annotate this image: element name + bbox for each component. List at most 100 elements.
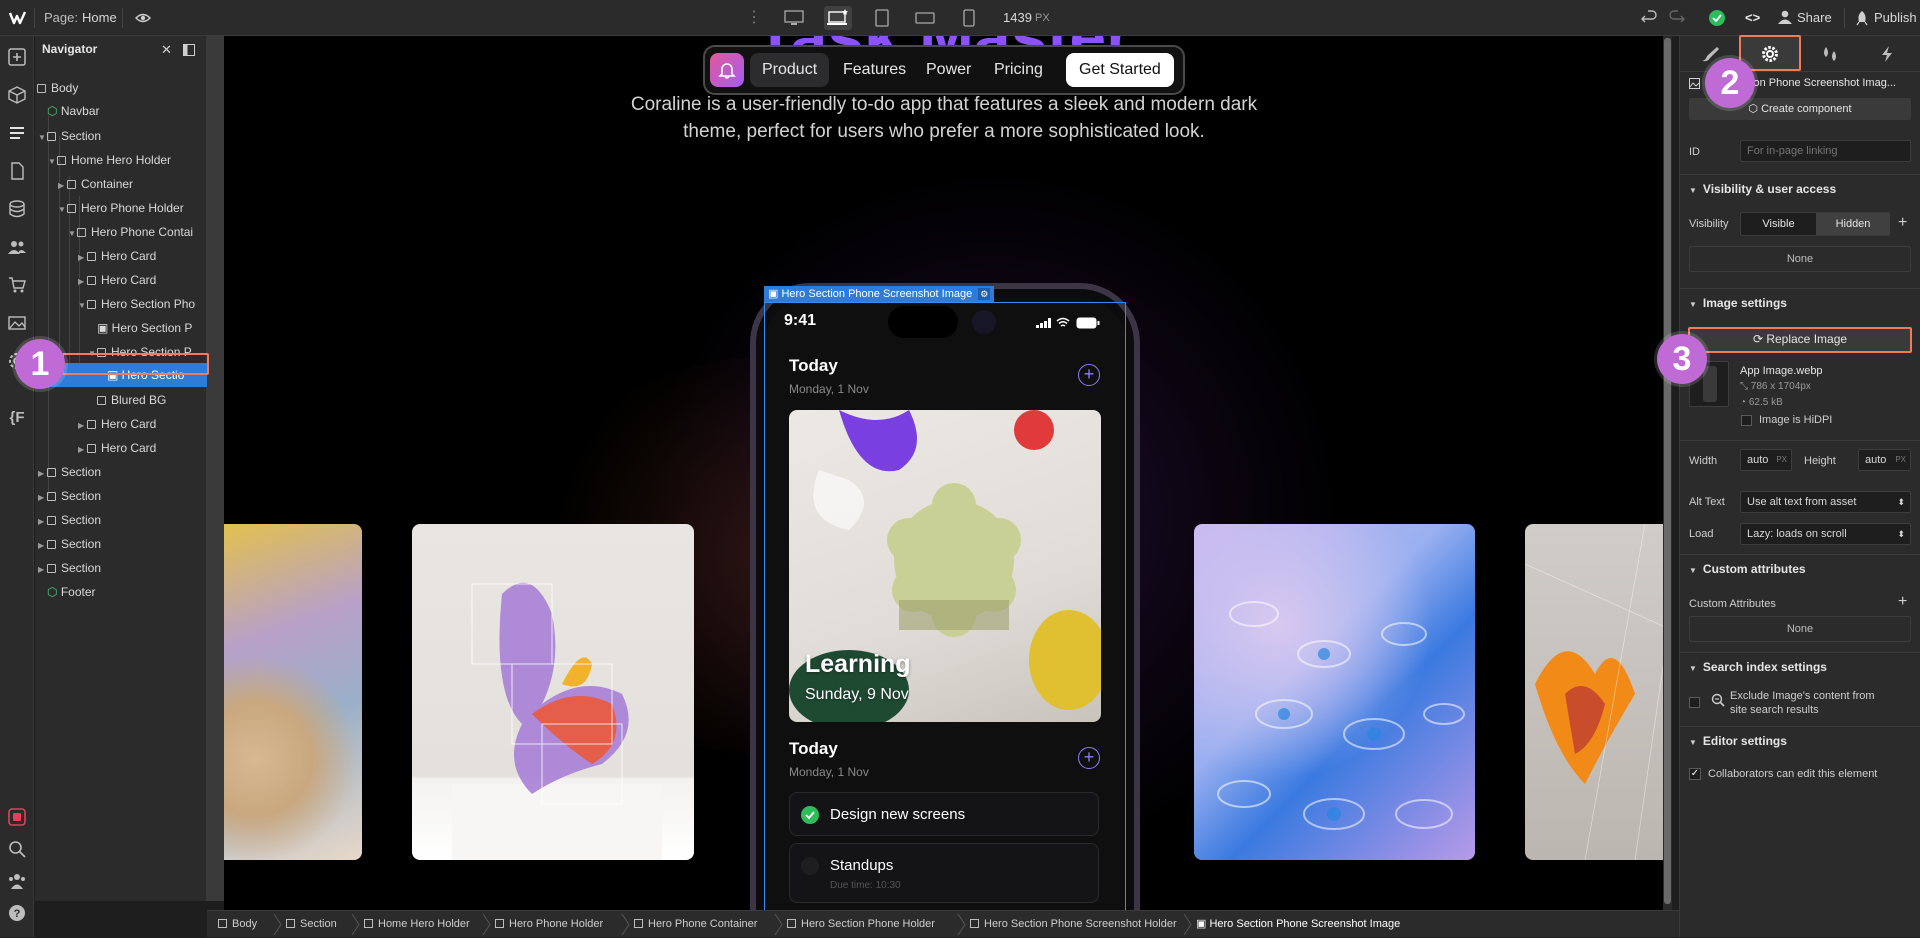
add-visibility-icon[interactable]: + — [1898, 214, 1907, 232]
breakpoint-desktop-large-icon[interactable] — [780, 6, 808, 30]
search-index-section-header[interactable]: ▼ Search index settings — [1680, 652, 1920, 680]
hero-card-image[interactable] — [224, 524, 362, 860]
hero-card-image[interactable] — [1525, 524, 1663, 860]
image-icon — [1689, 78, 1700, 89]
tree-item-section[interactable]: ▼ Section — [35, 124, 207, 148]
tree-item-hero-card[interactable]: ▶ Hero Card — [35, 244, 207, 268]
bell-logo-icon[interactable] — [710, 53, 744, 87]
hidden-option[interactable]: Hidden — [1816, 213, 1890, 235]
assets-image-icon[interactable] — [6, 312, 28, 334]
tree-item-hero-section-phone-holder[interactable]: ▼ Hero Section Pho — [35, 292, 207, 316]
width-input[interactable]: auto PX — [1740, 449, 1792, 471]
nav-link-features[interactable]: Features — [831, 53, 918, 87]
canvas-scrollbar[interactable] — [1663, 36, 1672, 910]
webflow-logo-icon[interactable] — [9, 9, 27, 27]
tree-item-hero-section-phone-image[interactable]: ▣ Hero Section P — [35, 316, 207, 340]
tree-item-container[interactable]: ▶ Container — [35, 172, 207, 196]
add-elements-icon[interactable] — [6, 46, 28, 68]
breadcrumb-item[interactable]: Hero Phone Container — [634, 911, 757, 938]
design-canvas[interactable]: Task Master Coraline is a user-friendly … — [224, 36, 1663, 910]
style-manager-drops-icon[interactable] — [1820, 45, 1840, 63]
breakpoint-mobile-portrait-icon[interactable] — [955, 6, 983, 30]
nav-link-pricing[interactable]: Pricing — [982, 53, 1055, 87]
more-options-icon[interactable]: ⋮ — [746, 10, 762, 26]
selection-label[interactable]: ▣ Hero Section Phone Screenshot Image ⚙ — [764, 286, 995, 302]
tree-item-hero-phone-container[interactable]: ▼ Hero Phone Contai — [35, 220, 207, 244]
tree-item-section[interactable]: ▶ Section — [35, 508, 207, 532]
get-started-button[interactable]: Get Started — [1066, 53, 1174, 87]
hidpi-checkbox[interactable] — [1741, 415, 1752, 426]
alt-text-select[interactable]: Use alt text from asset ⬍ — [1740, 491, 1911, 513]
visibility-section-header[interactable]: ▼ Visibility & user access — [1680, 174, 1920, 202]
record-icon[interactable] — [6, 806, 28, 828]
breakpoint-desktop-icon[interactable] — [824, 6, 852, 30]
search-icon[interactable] — [6, 838, 28, 860]
tree-item-section[interactable]: ▶ Section — [35, 556, 207, 580]
custom-attributes-section-header[interactable]: ▼ Custom attributes — [1680, 554, 1920, 582]
tree-item-home-hero-holder[interactable]: ▼ Home Hero Holder — [35, 148, 207, 172]
tree-item-section[interactable]: ▶ Section — [35, 532, 207, 556]
breakpoint-tablet-icon[interactable] — [868, 6, 896, 30]
user-icon[interactable] — [1778, 10, 1792, 24]
navigator-layers-icon[interactable] — [6, 122, 28, 144]
page-selector[interactable]: Home — [82, 0, 117, 36]
height-input[interactable]: auto PX — [1858, 449, 1911, 471]
navbar[interactable]: Product Features Power Pricing Get Start… — [703, 45, 1185, 95]
breadcrumb-item[interactable]: Hero Section Phone Screenshot Holder — [970, 911, 1177, 938]
id-input[interactable] — [1740, 140, 1911, 162]
collaborators-icon[interactable] — [6, 870, 28, 892]
breakpoint-mobile-landscape-icon[interactable] — [911, 6, 939, 30]
variables-icon[interactable]: {F — [6, 406, 28, 428]
breadcrumb-item[interactable]: Body — [218, 911, 257, 938]
status-check-icon[interactable] — [1709, 10, 1725, 26]
preview-eye-icon[interactable] — [135, 11, 151, 25]
nav-link-power[interactable]: Power — [914, 53, 983, 87]
help-icon[interactable]: ? — [6, 902, 28, 924]
nav-link-product[interactable]: Product — [750, 53, 830, 87]
users-icon[interactable] — [6, 236, 28, 258]
code-export-icon[interactable]: <> — [1745, 10, 1760, 25]
publish-button[interactable]: Publish — [1874, 0, 1917, 36]
visible-option[interactable]: Visible — [1741, 213, 1816, 235]
breadcrumb-item[interactable]: Hero Phone Holder — [495, 911, 603, 938]
breadcrumb-item[interactable]: Home Hero Holder — [364, 911, 470, 938]
tree-item-blured-bg[interactable]: Blured BG — [35, 388, 207, 412]
tree-item-hero-card[interactable]: ▶ Hero Card — [35, 412, 207, 436]
components-cube-icon[interactable] — [6, 84, 28, 106]
cms-database-icon[interactable] — [6, 198, 28, 220]
add-attribute-icon[interactable]: + — [1898, 593, 1907, 611]
id-label: ID — [1689, 146, 1700, 158]
pages-icon[interactable] — [6, 160, 28, 182]
tree-item-hero-phone-holder[interactable]: ▼ Hero Phone Holder — [35, 196, 207, 220]
tree-item-footer[interactable]: ⬡ Footer — [35, 580, 207, 604]
redo-icon[interactable] — [1669, 10, 1685, 26]
tree-item-hero-card[interactable]: ▶ Hero Card — [35, 436, 207, 460]
publish-rocket-icon[interactable] — [1855, 10, 1869, 26]
image-settings-section-header[interactable]: ▼ Image settings — [1680, 288, 1920, 316]
interactions-lightning-icon[interactable] — [1880, 45, 1894, 63]
share-button[interactable]: Share — [1797, 0, 1832, 36]
navigator-dock-icon[interactable] — [183, 44, 195, 56]
hero-description[interactable]: Coraline is a user-friendly to-do app th… — [604, 91, 1284, 145]
navigator-collapse-icon[interactable]: ✕ — [161, 42, 172, 58]
tree-item-section[interactable]: ▶ Section — [35, 460, 207, 484]
tree-item-section[interactable]: ▶ Section — [35, 484, 207, 508]
tree-item-navbar[interactable]: ⬡ Navbar — [35, 99, 207, 123]
tree-item-hero-card[interactable]: ▶ Hero Card — [35, 268, 207, 292]
collaborators-checkbox[interactable]: ✓ — [1689, 768, 1701, 780]
annotation-badge: 3 — [1657, 334, 1707, 384]
undo-icon[interactable] — [1641, 10, 1657, 26]
breadcrumb-item[interactable]: Section — [286, 911, 337, 938]
load-select[interactable]: Lazy: loads on scroll ⬍ — [1740, 523, 1911, 545]
breadcrumb-item[interactable]: Hero Section Phone Holder — [787, 911, 935, 938]
ecommerce-cart-icon[interactable] — [6, 274, 28, 296]
exclude-search-checkbox[interactable] — [1689, 697, 1700, 708]
element-settings-gear-icon[interactable]: ⚙ — [978, 288, 991, 300]
canvas-scrollbar-thumb[interactable] — [1664, 38, 1671, 904]
editor-settings-section-header[interactable]: ▼ Editor settings — [1680, 726, 1920, 754]
hero-card-image[interactable] — [412, 524, 694, 860]
hero-card-image[interactable] — [1194, 524, 1475, 860]
breadcrumb-item-current[interactable]: ▣ Hero Section Phone Screenshot Image — [1196, 911, 1400, 938]
tree-item-body[interactable]: Body — [35, 76, 207, 100]
navigator-scrollbar[interactable] — [207, 36, 224, 901]
